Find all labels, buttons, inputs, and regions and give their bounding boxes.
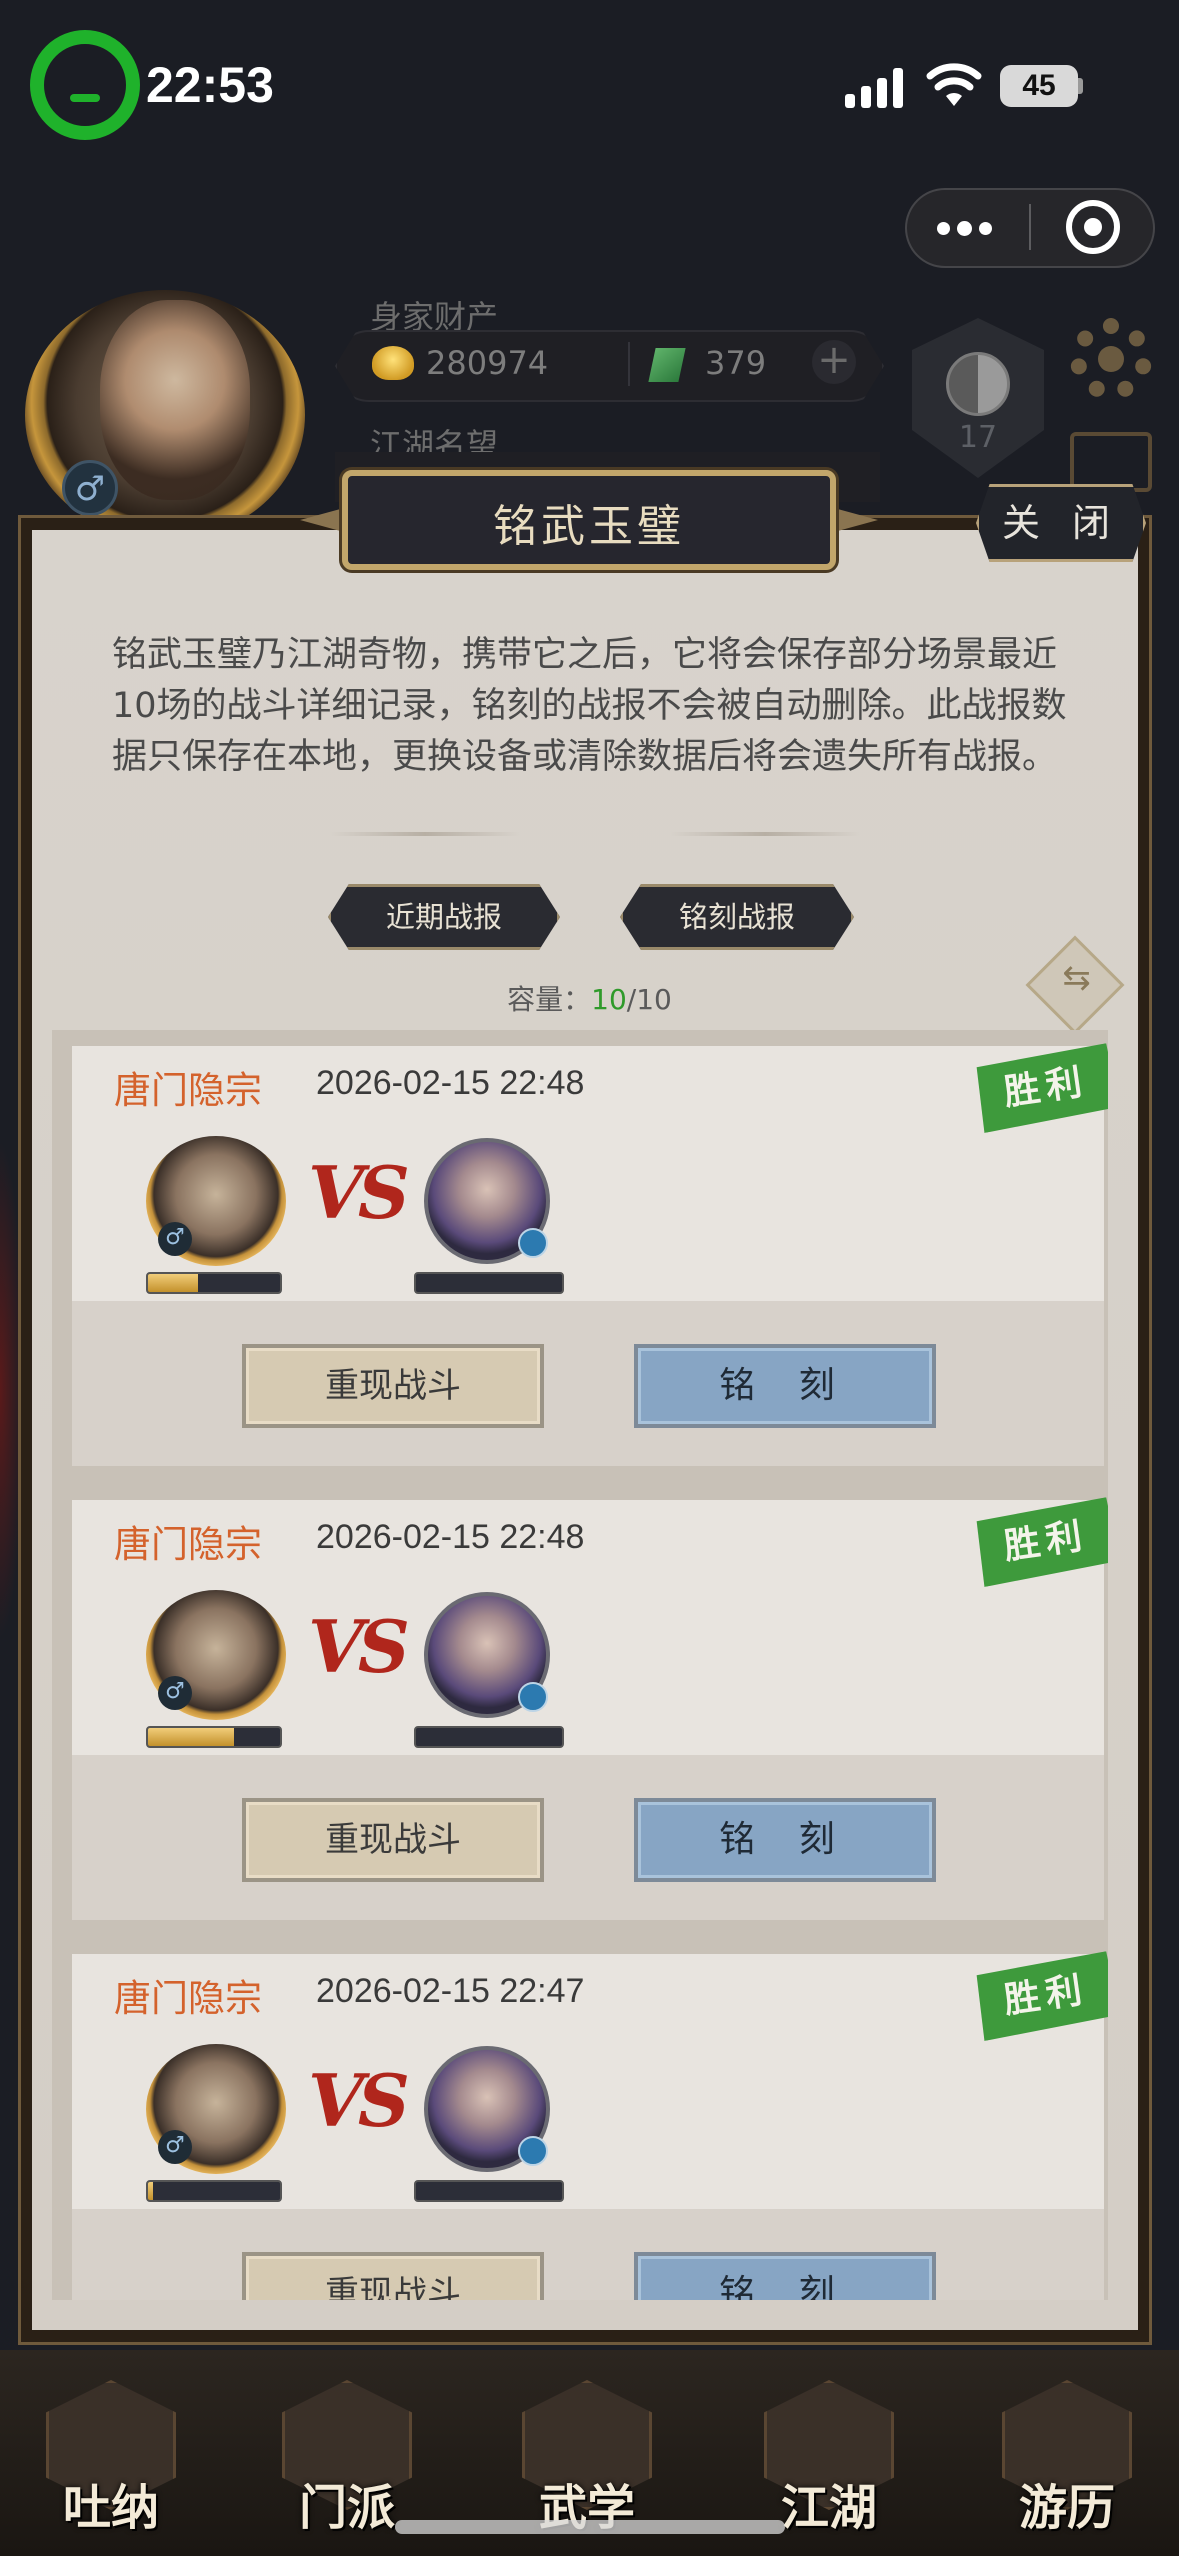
- battery-tip: [1078, 78, 1083, 94]
- battery-indicator: 45: [1000, 65, 1078, 107]
- wealth-bar: [335, 330, 884, 402]
- battle-report-list[interactable]: 唐门隐宗 2026-02-15 22:48 胜利 ♂ VS 重现战斗 铭 刻 唐…: [52, 1030, 1108, 2300]
- capacity-current: 10: [591, 983, 627, 1016]
- male-gender-icon: ♂: [158, 1676, 192, 1710]
- exit-miniprogram-icon[interactable]: [1066, 200, 1120, 254]
- opponent-sect: 唐门隐宗: [114, 1069, 262, 1112]
- capsule-separator: [1029, 204, 1031, 250]
- nav-label: 吐纳: [62, 2480, 159, 2536]
- taiji-icon: [946, 352, 1010, 416]
- screen-recording-icon: [30, 30, 140, 140]
- status-time: 22:53: [146, 57, 274, 113]
- engrave-button[interactable]: 铭 刻: [634, 2252, 936, 2300]
- home-indicator: [395, 2520, 785, 2534]
- capacity-total: /10: [626, 983, 672, 1016]
- wealth-divider: [628, 342, 630, 386]
- opponent-hp-bar: [414, 1272, 564, 1294]
- battle-datetime: 2026-02-15 22:48: [316, 1064, 585, 1102]
- battle-datetime: 2026-02-15 22:47: [316, 1972, 585, 2010]
- battle-report-card: 唐门隐宗 2026-02-15 22:48 胜利 ♂ VS 重现战斗 铭 刻: [72, 1500, 1104, 1920]
- cellular-signal-icon: [845, 66, 903, 108]
- vs-icon: VS: [308, 2058, 410, 2143]
- tab-engraved-reports[interactable]: 铭刻战报: [620, 884, 854, 950]
- replay-battle-button[interactable]: 重现战斗: [242, 2252, 544, 2300]
- add-currency-button[interactable]: +: [812, 340, 856, 384]
- level-number: 17: [958, 420, 998, 455]
- nav-item-sect[interactable]: 门派: [272, 2370, 422, 2536]
- gold-amount: 280974: [426, 344, 549, 382]
- close-button[interactable]: 关 闭: [976, 484, 1146, 562]
- modal-description: 铭武玉璧乃江湖奇物，携带它之后，它将会保存部分场景最近10场的战斗详细记录，铭刻…: [112, 635, 1067, 777]
- opponent-hp-bar: [414, 2180, 564, 2202]
- male-gender-icon: ♂: [158, 2130, 192, 2164]
- opponent-hp-bar: [414, 1726, 564, 1748]
- capacity-label: 容量：: [507, 983, 592, 1016]
- player-hp-fill: [148, 1274, 199, 1292]
- player-avatar: [100, 300, 250, 500]
- opponent-sect: 唐门隐宗: [114, 1523, 262, 1566]
- jade-amount: 379: [705, 344, 767, 382]
- male-gender-icon: ♂: [158, 1222, 192, 1256]
- wifi-icon: [926, 63, 982, 106]
- more-options-icon[interactable]: [935, 212, 995, 242]
- nav-item-travel[interactable]: 游历: [992, 2370, 1142, 2536]
- mail-icon[interactable]: [1070, 432, 1152, 492]
- player-hp-bar: [146, 2180, 282, 2202]
- divider-ornament-right: [670, 832, 860, 836]
- replay-battle-button[interactable]: 重现战斗: [242, 1798, 544, 1882]
- battle-report-card: 唐门隐宗 2026-02-15 22:48 胜利 ♂ VS 重现战斗 铭 刻: [72, 1046, 1104, 1466]
- nav-label: 游历: [1018, 2480, 1115, 2536]
- battle-datetime: 2026-02-15 22:48: [316, 1518, 585, 1556]
- opponent-class-icon: [518, 1228, 548, 1258]
- opponent-class-icon: [518, 2136, 548, 2166]
- tab-recent-reports[interactable]: 近期战报: [328, 884, 560, 950]
- battle-report-card: 唐门隐宗 2026-02-15 22:47 胜利 ♂ VS 重现战斗 铭 刻: [72, 1954, 1104, 2300]
- vs-icon: VS: [308, 1150, 410, 1235]
- opponent-sect: 唐门隐宗: [114, 1977, 262, 2020]
- player-hp-fill: [148, 2182, 154, 2200]
- engrave-button[interactable]: 铭 刻: [634, 1798, 936, 1882]
- vs-icon: VS: [308, 1604, 410, 1689]
- male-gender-icon: ♂: [62, 460, 118, 516]
- opponent-class-icon: [518, 1682, 548, 1712]
- settings-gear-icon[interactable]: [1070, 318, 1152, 400]
- nav-item-jianghu[interactable]: 江湖: [754, 2370, 904, 2536]
- player-hp-bar: [146, 1272, 282, 1294]
- player-hp-bar: [146, 1726, 282, 1748]
- nav-item-martial-arts[interactable]: 武学: [512, 2370, 662, 2536]
- modal-title: 铭武玉璧: [493, 501, 685, 552]
- capacity-indicator: 容量：10/10: [0, 978, 1179, 1018]
- gold-ingot-icon: [372, 346, 414, 380]
- engrave-button[interactable]: 铭 刻: [634, 1344, 936, 1428]
- replay-battle-button[interactable]: 重现战斗: [242, 1344, 544, 1428]
- player-hp-fill: [148, 1728, 234, 1746]
- nav-item-breathing[interactable]: 吐纳: [36, 2370, 186, 2536]
- divider-ornament-left: [330, 832, 520, 836]
